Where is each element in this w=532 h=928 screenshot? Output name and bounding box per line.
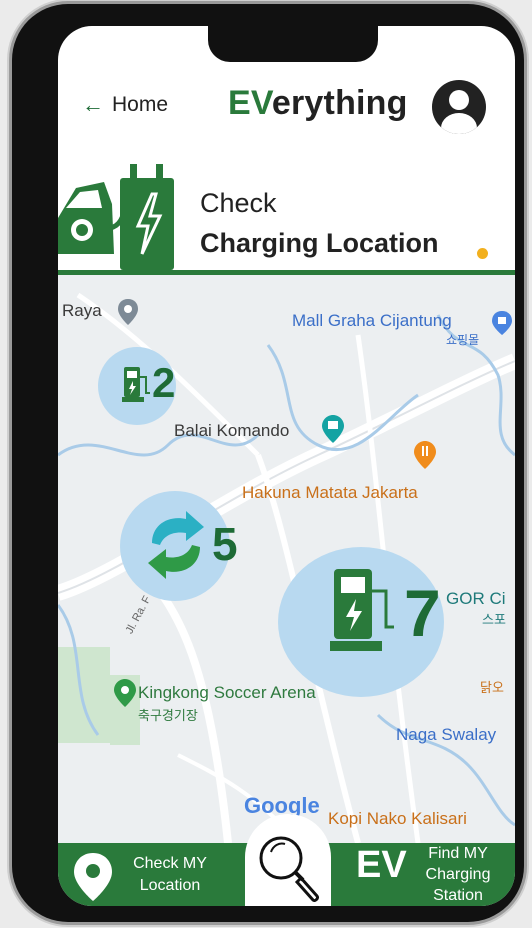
map-label-kopi: Kopi Nako Kalisari [328, 809, 467, 828]
map-label-balai: Balai Komando [174, 421, 290, 440]
map-label-mall-kr: 쇼핑몰 [446, 333, 480, 347]
map-view[interactable]: Raya Mall Graha Cijantung 쇼핑몰 Balai Koma… [58, 275, 515, 843]
ev-charger-large-icon [330, 569, 394, 651]
map-label-naga: Naga Swalay [396, 725, 497, 744]
back-label: Home [112, 93, 169, 116]
header-check-text: Check [200, 188, 277, 218]
landmark-pin-icon [322, 415, 344, 443]
app-title: EVerything [228, 84, 408, 122]
map-pin-icon [118, 299, 138, 325]
phone-frame: ← Home EVerything Check Charging Locatio… [12, 4, 524, 922]
phone-notch [208, 26, 378, 62]
header-title: Charging Location [200, 228, 439, 258]
check-my-location-button[interactable]: Check MY Location [120, 853, 220, 897]
cluster-count-large: 7 [404, 576, 441, 650]
app-screen: ← Home EVerything Check Charging Locatio… [58, 26, 515, 906]
annotation-dot [477, 248, 488, 259]
ev-charger-icon [122, 367, 150, 402]
restaurant-pin-icon [414, 441, 436, 469]
map-label-dakgo: 닭오 [480, 680, 504, 695]
map-label-kingkong: Kingkong Soccer Arena [138, 683, 316, 702]
map-label-gor-kr: 스포 [482, 612, 506, 627]
search-icon [259, 836, 319, 902]
top-bar: ← Home EVerything [58, 78, 515, 134]
user-avatar[interactable] [432, 80, 486, 134]
cluster-count-small: 2 [152, 359, 176, 406]
map-label-raya: Raya [62, 301, 102, 320]
map-label-kingkong-kr: 축구경기장 [138, 708, 198, 723]
search-button[interactable] [245, 814, 331, 906]
page-header: Check Charging Location [58, 158, 515, 275]
map-label-gor: GOR Ci [446, 589, 506, 608]
battery-swap-icon [148, 511, 204, 579]
car-charger-icon [58, 164, 174, 270]
arrow-left-icon: ← [82, 92, 104, 117]
shopping-pin-icon [492, 311, 512, 335]
soccer-pin-icon [114, 679, 136, 707]
find-charging-station-button[interactable]: Find MY Charging Station [418, 843, 498, 906]
map-label-mall: Mall Graha Cijantung [292, 311, 452, 330]
back-home-button[interactable]: ← Home [82, 92, 168, 118]
cluster-count-swap: 5 [212, 518, 238, 570]
location-pin-icon [74, 853, 112, 901]
map-label-hakuna: Hakuna Matata Jakarta [242, 483, 418, 502]
ev-label: EV [356, 844, 407, 886]
